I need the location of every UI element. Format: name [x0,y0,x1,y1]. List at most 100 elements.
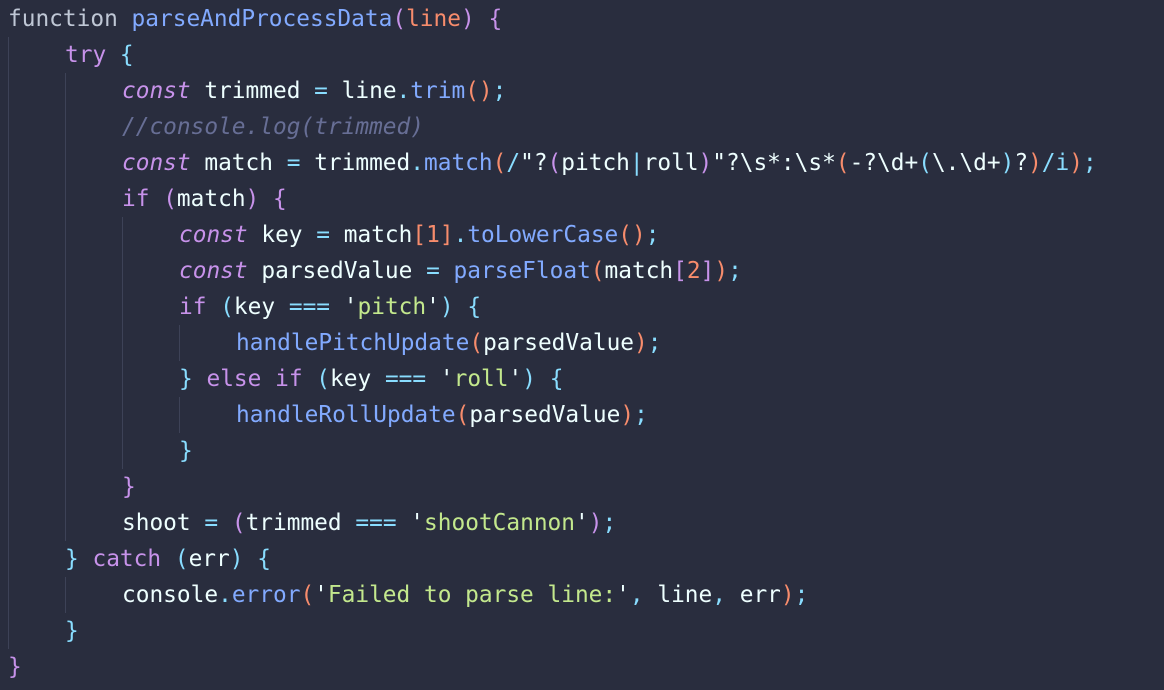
code-token: ' [426,294,440,320]
code-line[interactable]: } else if (key === 'roll') { [179,361,563,397]
code-token: \s* [794,150,836,176]
code-token: trim [410,78,466,104]
code-token: : [780,150,795,176]
code-line[interactable]: } [179,433,193,469]
code-token: ( [163,186,177,212]
code-line[interactable]: try { [65,37,134,73]
code-token: } [65,618,79,644]
code-line[interactable]: if (match) { [122,181,287,217]
code-token: ; [728,258,742,284]
code-token: ' [575,510,589,536]
code-token: 2 [686,258,701,284]
code-token: ) [620,402,635,428]
code-token: match [204,150,273,176]
code-token: match [343,222,413,248]
code-token: try [65,42,107,68]
code-token: ; [794,582,809,608]
code-line[interactable]: if (key === 'pitch') { [179,289,481,325]
code-token: ( [835,150,850,176]
indent-guide [8,37,9,649]
code-token: ) [245,186,260,212]
code-token: match [604,258,674,284]
code-token: ( [220,294,234,320]
code-token: ; [645,222,660,248]
code-token: ' [439,366,454,392]
code-line[interactable]: const trimmed = line.trim(); [122,73,506,109]
code-token: const [122,150,191,176]
code-token: ) [1069,150,1083,176]
code-token: console [122,582,219,608]
code-token: ( [300,582,315,608]
code-token: ; [1082,150,1097,176]
code-line[interactable]: const parsedValue = parseFloat(match[2])… [179,253,742,289]
code-token: if [122,186,150,212]
code-token: ( [492,150,507,176]
code-line[interactable]: } [8,649,22,685]
code-line[interactable]: handleRollUpdate(parsedValue); [236,397,648,433]
code-token: ) [460,6,475,32]
code-token: () [618,222,646,248]
code-token: match [176,186,246,212]
code-line[interactable]: } [122,469,136,505]
code-token: . [218,582,232,608]
code-token: () [465,78,493,104]
code-token: else [206,366,262,392]
indent-guide [65,73,66,541]
code-token: ( [547,150,562,176]
code-token: ( [455,402,470,428]
code-line[interactable]: } catch (err) { [65,541,271,577]
indent-guide [122,217,123,469]
code-token: ( [392,6,407,32]
code-token: ) [780,582,795,608]
code-token: pitch [561,150,630,176]
code-token: = [314,78,328,104]
code-line[interactable]: handlePitchUpdate(parsedValue); [236,325,662,361]
code-token: ( [316,366,331,392]
code-token: } [179,366,193,392]
code-editor[interactable]: function parseAndProcessData(line) {try … [0,0,1164,690]
code-token: ( [469,330,484,356]
code-line[interactable]: console.error('Failed to parse line:', l… [122,577,808,613]
code-token: | [629,150,644,176]
code-token: === [288,294,331,320]
code-token: shoot [122,510,191,536]
code-line[interactable]: const key = match[1].toLowerCase(); [179,217,659,253]
code-token: parsedValue [483,330,635,356]
code-token: ) [229,546,244,572]
code-token: { [257,546,271,572]
code-line[interactable]: const match = trimmed.match(/"?(pitch|ro… [122,145,1097,181]
code-line[interactable]: shoot = (trimmed === 'shootCannon'); [122,505,616,541]
code-line[interactable]: //console.log(trimmed) [122,109,424,145]
code-token: parseFloat [453,258,591,284]
code-token: ' [314,582,328,608]
code-token: key [261,222,303,248]
code-token: . [453,222,468,248]
code-token: ) [634,330,648,356]
code-line[interactable]: } [65,613,79,649]
code-token: = [316,222,331,248]
code-token: 1 [426,222,440,248]
code-token: ( [590,258,605,284]
code-token: [ [412,222,427,248]
code-token: err [188,546,230,572]
code-token: const [122,78,191,104]
code-token: key [233,294,276,320]
code-token: ) [714,258,729,284]
code-line[interactable]: function parseAndProcessData(line) { [8,1,502,37]
code-token: key [330,366,372,392]
code-token: ' [508,366,523,392]
code-token: === [355,510,397,536]
code-token: / [506,150,521,176]
